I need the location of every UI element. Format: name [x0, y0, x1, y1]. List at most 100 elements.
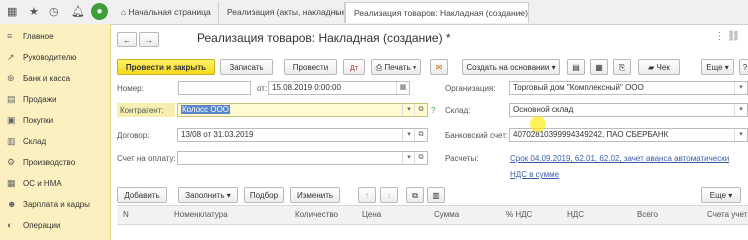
bell-icon[interactable]: 🔔︎ [71, 6, 85, 18]
window-controls: ⋮ ⛓ [680, 31, 740, 45]
warehouse-icon: ▥ [7, 136, 16, 146]
help-icon[interactable]: ? [431, 106, 435, 115]
sidebar-item-director[interactable]: ↗ Руководителю [0, 48, 110, 69]
col-price[interactable]: Цена [362, 210, 381, 219]
add-button[interactable]: Добавить [117, 187, 167, 203]
open-icon[interactable]: ⧉ [414, 152, 427, 164]
arrow-right-icon: → [145, 36, 153, 45]
invoice-field[interactable]: ▾ ⧉ [177, 151, 428, 165]
sidebar-item-label: Зарплата и кадры [23, 200, 90, 209]
print-label: Печать [384, 63, 411, 72]
org-field[interactable]: Торговый дом "Комплексный" ООО ▾ [509, 81, 748, 95]
move-down-button[interactable]: ↓ [380, 187, 398, 203]
attach-button[interactable]: ⎘ [613, 59, 631, 75]
sidebar-item-purchases[interactable]: ▣ Покупки [0, 111, 110, 132]
col-vat-rate[interactable]: % НДС [506, 210, 532, 219]
barcode-icon: ▥ [432, 191, 440, 200]
date-field[interactable]: 15.08.2019 0:00:00 ▦ [268, 81, 410, 95]
sidebar-item-main[interactable]: ≡ Главное [0, 27, 110, 48]
receipt-button[interactable]: ▰ Чек [638, 59, 680, 75]
sidebar-item-production[interactable]: ⚙ Производство [0, 153, 110, 174]
grid-more-button[interactable]: Еще ▾ [701, 187, 741, 203]
invoice-label: Счет на оплату: [117, 154, 176, 163]
chevron-down-icon[interactable]: ▾ [734, 82, 747, 94]
help-button[interactable]: ? [739, 59, 748, 75]
open-icon[interactable]: ⧉ [414, 129, 427, 141]
col-total[interactable]: Всего [637, 210, 658, 219]
open-icon[interactable]: ⧉ [414, 104, 427, 116]
tab-sales-doc[interactable]: Реализация товаров: Накладная (создание)… [345, 2, 529, 23]
calendar-icon[interactable]: ▦ [396, 82, 409, 94]
tab-home[interactable]: ⌂ Начальная страница [113, 2, 219, 23]
contract-value: 13/08 от 31.03.2019 [181, 130, 254, 139]
col-accounts[interactable]: Счета учет [707, 210, 747, 219]
accounting-icon: Дт [350, 65, 358, 72]
more-button[interactable]: Еще ▾ [701, 59, 734, 75]
sidebar-item-label: Главное [23, 32, 54, 41]
more-icon[interactable]: ⋮ [715, 31, 725, 42]
dt-kt-button[interactable]: Дт [343, 59, 365, 75]
contract-label: Договор: [117, 131, 150, 140]
tab-sales-list[interactable]: Реализация (акты, накладные) × [219, 2, 345, 23]
sidebar-item-operations[interactable]: ◐ Операции [0, 216, 110, 237]
sidebar-item-label: ОС и НМА [23, 179, 62, 188]
number-field[interactable] [178, 81, 251, 95]
warehouse-value: Основной склад [513, 105, 574, 114]
bank-field[interactable]: 40702810399994349242, ПАО СБЕРБАНК ▾ [509, 128, 748, 142]
copy-icon: ⧉ [412, 191, 418, 200]
cart-icon: ▣ [7, 115, 16, 125]
fill-button[interactable]: Заполнить ▾ [178, 187, 238, 203]
close-icon[interactable]: × [518, 3, 523, 23]
table-header: N Номенклатура Количество Цена Сумма % Н… [117, 205, 748, 225]
post-close-button[interactable]: Провести и закрыть [117, 59, 215, 75]
move-up-button[interactable]: ↑ [358, 187, 376, 203]
contract-field[interactable]: 13/08 от 31.03.2019 ▾ ⧉ [177, 128, 428, 142]
print-button[interactable]: ⎙ Печать ▾ [371, 59, 421, 75]
sidebar-item-bank[interactable]: ⊛ Банк и касса [0, 69, 110, 90]
sidebar-item-warehouse[interactable]: ▥ Склад [0, 132, 110, 153]
change-button[interactable]: Изменить [290, 187, 340, 203]
report-icon: ▦ [595, 63, 603, 72]
post-button[interactable]: Провести [284, 59, 337, 75]
payments-link[interactable]: Срок 04.09.2019, 62.01, 62.02, зачет ава… [510, 154, 729, 163]
arrow-down-icon: ↓ [387, 191, 391, 200]
sidebar: ≡ Главное ↗ Руководителю ⊛ Банк и касса ▤ Пр… [0, 24, 111, 240]
create-based-button[interactable]: Создать на основании ▾ [462, 59, 560, 75]
col-sum[interactable]: Сумма [434, 210, 459, 219]
contractor-label: Контрагент: [120, 106, 164, 115]
col-number[interactable]: N [123, 210, 129, 219]
contractor-field[interactable]: Колосс ООО ▾ ⧉ [177, 103, 428, 117]
chevron-down-icon[interactable]: ▾ [734, 104, 747, 116]
col-item[interactable]: Номенклатура [174, 210, 228, 219]
warehouse-field[interactable]: Основной склад ▾ [509, 103, 748, 117]
col-vat[interactable]: НДС [567, 210, 584, 219]
select-button[interactable]: Подбор [244, 187, 284, 203]
chevron-down-icon[interactable]: ▾ [734, 129, 747, 141]
save-button[interactable]: Записать [220, 59, 273, 75]
arrow-up-icon: ↑ [365, 191, 369, 200]
sidebar-item-salary[interactable]: ☻ Зарплата и кадры [0, 195, 110, 216]
create-based-label: Создать на основании [466, 63, 550, 72]
grid-icon[interactable]: ▦ [7, 6, 17, 18]
vat-link[interactable]: НДС в сумме [510, 170, 559, 179]
email-button[interactable]: ✉ [430, 59, 448, 75]
fill-label: Заполнить [185, 191, 225, 200]
star-icon[interactable]: ★ [29, 6, 39, 18]
barcode-button[interactable]: ▥ [427, 187, 445, 203]
back-button[interactable]: ← [117, 32, 137, 47]
sidebar-item-sales[interactable]: ▤ Продажи [0, 90, 110, 111]
sidebar-item-assets[interactable]: ▦ ОС и НМА [0, 174, 110, 195]
close-icon[interactable]: × [334, 2, 339, 23]
payments-label: Расчеты: [445, 154, 479, 163]
col-quantity[interactable]: Количество [295, 210, 338, 219]
history-icon[interactable]: ◷ [49, 6, 59, 18]
forward-button[interactable]: → [139, 32, 159, 47]
menu-icon: ≡ [7, 31, 13, 41]
link-icon[interactable]: ⛓ [727, 31, 740, 42]
copy-button[interactable]: ⧉ [406, 187, 424, 203]
report-button[interactable]: ▦ [590, 59, 608, 75]
home-icon: ⌂ [121, 7, 127, 17]
list-button[interactable]: ▤ [567, 59, 585, 75]
avatar-icon[interactable]: ● [91, 3, 108, 20]
top-bar: ▦ ★ ◷ 🔔︎ ● ⌂ Начальная страница Реализац… [0, 0, 748, 25]
